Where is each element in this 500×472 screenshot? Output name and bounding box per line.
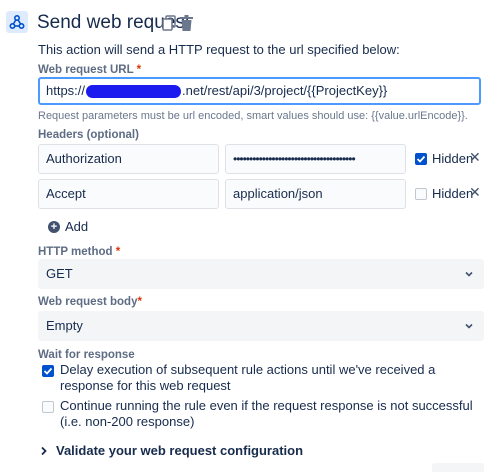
validate-section-toggle[interactable]: Validate your web request configuration bbox=[40, 443, 303, 458]
redaction-mark bbox=[86, 85, 182, 99]
add-label: Add bbox=[65, 219, 89, 234]
webhook-icon bbox=[6, 11, 28, 33]
body-value: Empty bbox=[46, 318, 83, 333]
action-header: Send web request bbox=[0, 0, 500, 44]
url-suffix: .net/rest/api/3/project/{{ProjectKey}} bbox=[182, 83, 388, 98]
headers-label: Headers (optional) bbox=[38, 129, 139, 141]
chevron-down-icon bbox=[465, 271, 473, 277]
url-input[interactable]: https:// .net/rest/api/3/project/{{Projec… bbox=[38, 77, 481, 105]
trash-icon[interactable] bbox=[180, 15, 193, 31]
action-description: This action will send a HTTP request to … bbox=[38, 42, 400, 57]
close-icon[interactable]: ✕ bbox=[469, 184, 481, 201]
method-value: GET bbox=[46, 266, 73, 281]
body-select[interactable]: Empty bbox=[38, 311, 484, 341]
hidden-checkbox[interactable] bbox=[415, 188, 427, 200]
add-header-button[interactable]: + Add bbox=[48, 219, 88, 234]
check-icon bbox=[416, 155, 426, 163]
hidden-label: Hidden bbox=[432, 151, 474, 166]
continue-option-text: Continue running the rule even if the re… bbox=[60, 398, 473, 429]
url-prefix: https:// bbox=[46, 83, 86, 98]
chevron-right-icon bbox=[41, 446, 47, 455]
plus-circle-icon: + bbox=[48, 220, 60, 233]
method-label: HTTP method * bbox=[38, 246, 121, 258]
body-label: Web request body* bbox=[38, 296, 142, 308]
validate-label: Validate your web request configuration bbox=[56, 443, 304, 458]
chevron-down-icon bbox=[465, 323, 473, 329]
hidden-checkbox[interactable] bbox=[415, 153, 427, 165]
continue-checkbox[interactable] bbox=[42, 401, 54, 413]
header-name-input[interactable]: Accept bbox=[38, 179, 219, 209]
header-name-input[interactable]: Authorization bbox=[38, 144, 219, 174]
delay-checkbox[interactable] bbox=[42, 365, 54, 377]
hidden-label: Hidden bbox=[432, 186, 474, 201]
method-select[interactable]: GET bbox=[38, 259, 484, 289]
footer-button[interactable] bbox=[432, 463, 484, 472]
url-helper-text: Request parameters must be url encoded, … bbox=[38, 110, 468, 122]
copy-icon[interactable] bbox=[162, 15, 176, 31]
wait-label: Wait for response bbox=[38, 349, 135, 361]
url-label: Web request URL * bbox=[38, 64, 142, 76]
check-icon bbox=[43, 367, 53, 375]
header-value-input[interactable]: application/json bbox=[225, 179, 406, 209]
delay-option-text: Delay execution of subsequent rule actio… bbox=[60, 362, 436, 393]
header-value-input[interactable]: •••••••••••••••••••••••••••••••••••••• bbox=[225, 144, 406, 174]
close-icon[interactable]: ✕ bbox=[469, 149, 481, 166]
